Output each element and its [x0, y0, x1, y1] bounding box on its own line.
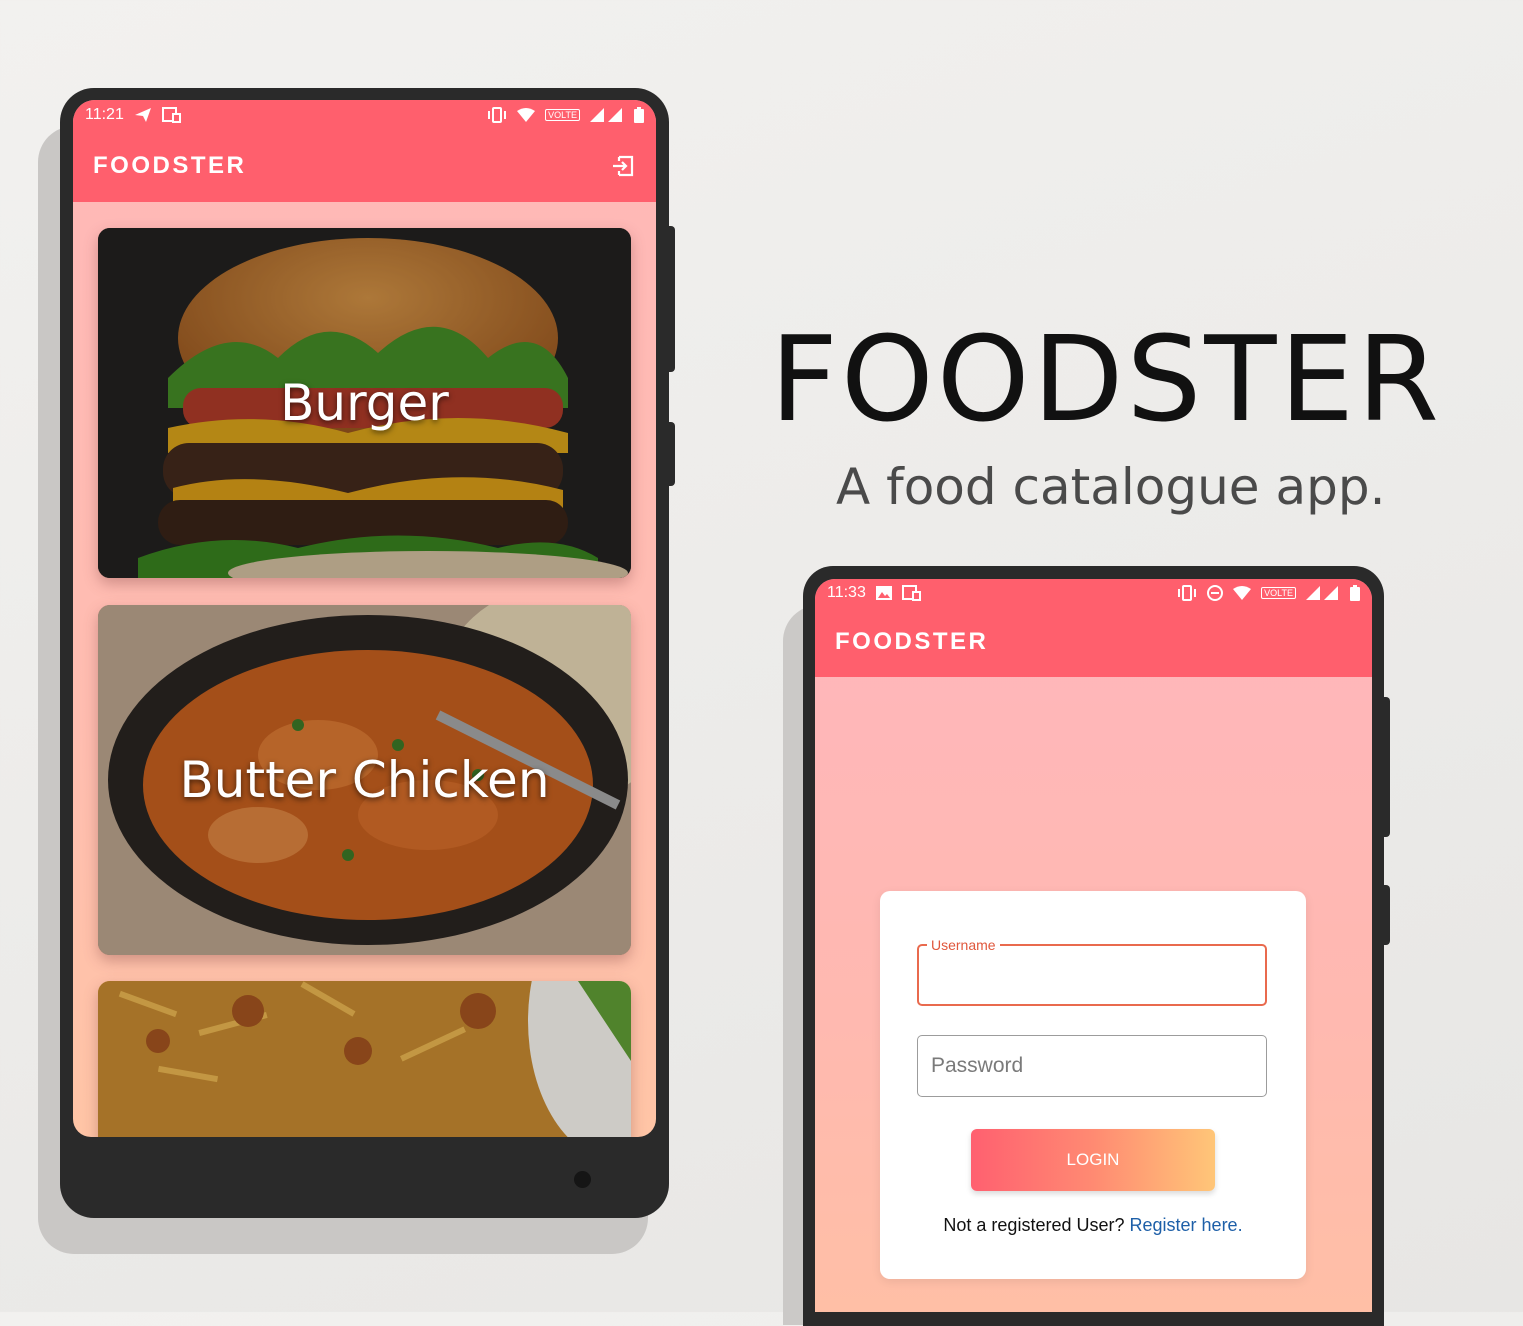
- phone-volume-button: [669, 226, 675, 372]
- login-card: Username LOGIN Not a registered User? Re…: [880, 891, 1306, 1279]
- status-time: 11:21: [85, 106, 124, 123]
- username-field-wrapper: Username: [917, 937, 1267, 1006]
- password-input[interactable]: [918, 1036, 1266, 1096]
- catalogue-screen: 11:21 VOLTE FOODSTER Burger Butter Chick…: [73, 100, 656, 1137]
- register-link[interactable]: Register here.: [1130, 1215, 1243, 1235]
- food-card-butter-chicken[interactable]: Butter Chicken: [98, 605, 631, 955]
- send-icon: [134, 108, 151, 122]
- register-prompt-line: Not a registered User? Register here.: [880, 1215, 1306, 1236]
- cast-icon: [901, 585, 921, 601]
- login-icon[interactable]: [610, 153, 636, 179]
- register-prompt: Not a registered User?: [943, 1215, 1125, 1235]
- battery-icon: [634, 107, 644, 123]
- volte-badge: VOLTE: [545, 109, 580, 121]
- volte-badge: VOLTE: [1261, 587, 1296, 599]
- login-screen: 11:33 VOLTE FOODSTER Username LOGIN Not …: [815, 579, 1372, 1312]
- front-camera: [574, 1171, 591, 1188]
- brand-title: FOODSTER: [770, 310, 1443, 448]
- vibrate-icon: [1178, 585, 1197, 601]
- app-bar: FOODSTER: [73, 130, 656, 202]
- food-card-burger[interactable]: Burger: [98, 228, 631, 578]
- status-bar: 11:33 VOLTE: [815, 579, 1372, 607]
- vibrate-icon: [488, 107, 507, 123]
- login-button[interactable]: LOGIN: [971, 1129, 1215, 1191]
- phone-power-button: [1384, 885, 1390, 945]
- food-card-label: Burger: [280, 374, 449, 432]
- password-field-wrapper: [917, 1035, 1267, 1097]
- signal-icon: [1306, 586, 1338, 600]
- phone-power-button: [669, 422, 675, 486]
- signal-icon: [590, 108, 622, 122]
- rice-dish-image: [98, 981, 631, 1137]
- username-label: Username: [927, 937, 1000, 953]
- wifi-icon: [517, 108, 536, 122]
- food-card-partial[interactable]: [98, 981, 631, 1137]
- food-card-label: Butter Chicken: [179, 751, 550, 809]
- app-title: FOODSTER: [835, 628, 989, 655]
- battery-icon: [1350, 585, 1360, 601]
- brand-subtitle: A food catalogue app.: [836, 458, 1386, 516]
- username-input[interactable]: [919, 946, 1265, 1004]
- status-time: 11:33: [827, 584, 866, 601]
- image-icon: [875, 586, 892, 600]
- do-not-disturb-icon: [1207, 585, 1224, 601]
- app-title: FOODSTER: [93, 152, 247, 179]
- wifi-icon: [1233, 586, 1252, 600]
- app-bar: FOODSTER: [815, 607, 1372, 677]
- cast-icon: [161, 107, 181, 123]
- phone-volume-button: [1384, 697, 1390, 837]
- status-bar: 11:21 VOLTE: [73, 100, 656, 130]
